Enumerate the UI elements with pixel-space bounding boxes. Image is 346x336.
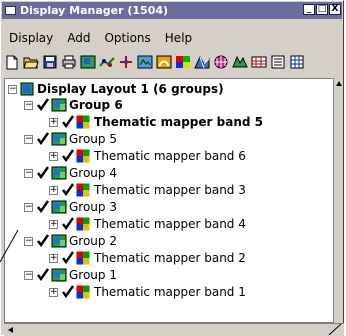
visibility-check-icon[interactable] xyxy=(61,284,76,301)
add-legend-icon[interactable] xyxy=(270,54,286,70)
visibility-check-icon[interactable] xyxy=(36,97,51,114)
add-region-icon[interactable] xyxy=(232,54,248,70)
group-label: Group 5 xyxy=(69,132,117,146)
add-vector-icon[interactable] xyxy=(99,54,115,70)
display-layout-label: Display Layout 1 (6 groups) xyxy=(37,82,224,96)
group-label: Group 4 xyxy=(69,166,117,180)
group-row[interactable]: − Group 6 xyxy=(24,97,123,113)
add-grid-icon[interactable] xyxy=(213,54,229,70)
layer-row[interactable]: + Thematic mapper band 5 xyxy=(49,114,263,130)
scroll-up-icon[interactable] xyxy=(336,81,342,86)
raster-layer-icon xyxy=(76,285,90,299)
open-folder-icon[interactable] xyxy=(23,54,39,70)
title-bar[interactable]: Display Manager (1504) _ □ X xyxy=(2,2,342,19)
menu-bar: Display Add Options Help xyxy=(2,27,199,49)
visibility-check-icon[interactable] xyxy=(36,267,51,284)
group-row[interactable]: − Group 1 xyxy=(24,267,117,283)
layer-row[interactable]: + Thematic mapper band 1 xyxy=(49,284,246,300)
save-icon[interactable] xyxy=(42,54,58,70)
group-label: Group 1 xyxy=(69,268,117,282)
group-label: Group 2 xyxy=(69,234,117,248)
group-icon xyxy=(51,132,67,146)
add-cad-icon[interactable] xyxy=(137,54,153,70)
scroll-left-icon[interactable] xyxy=(8,327,13,333)
visibility-check-icon[interactable] xyxy=(61,148,76,165)
collapse-toggle[interactable]: − xyxy=(24,202,33,212)
menu-help[interactable]: Help xyxy=(158,31,199,45)
layer-label: Thematic mapper band 4 xyxy=(94,217,246,231)
layer-row[interactable]: + Thematic mapper band 2 xyxy=(49,250,246,266)
group-icon xyxy=(51,268,67,282)
layer-label: Thematic mapper band 2 xyxy=(94,251,246,265)
group-row[interactable]: − Group 2 xyxy=(24,233,117,249)
raster-layer-icon xyxy=(76,183,90,197)
layer-label: Thematic mapper band 1 xyxy=(94,285,246,299)
add-point-icon[interactable] xyxy=(118,54,134,70)
expand-toggle[interactable]: + xyxy=(49,287,58,297)
tree-root-row[interactable]: − Display Layout 1 (6 groups) xyxy=(8,81,224,97)
display-manager-window: Display Manager (1504) _ □ X Display Add… xyxy=(0,0,344,336)
expand-toggle[interactable]: + xyxy=(49,117,58,127)
raster-layer-icon xyxy=(76,217,90,231)
group-label: Group 3 xyxy=(69,200,117,214)
layer-label: Thematic mapper band 6 xyxy=(94,149,246,163)
collapse-toggle[interactable]: − xyxy=(24,100,33,110)
menu-options[interactable]: Options xyxy=(97,31,157,45)
print-icon[interactable] xyxy=(61,54,77,70)
expand-toggle[interactable]: + xyxy=(49,253,58,263)
add-tin-icon[interactable] xyxy=(194,54,210,70)
collapse-toggle[interactable]: − xyxy=(24,168,33,178)
visibility-check-icon[interactable] xyxy=(61,250,76,267)
layer-label: Thematic mapper band 3 xyxy=(94,183,246,197)
menu-display[interactable]: Display xyxy=(2,31,60,45)
toolbar xyxy=(4,52,305,72)
horizontal-scrollbar[interactable] xyxy=(4,323,344,336)
group-icon xyxy=(51,234,67,248)
close-button[interactable]: X xyxy=(329,4,341,15)
window-title: Display Manager (1504) xyxy=(20,4,169,17)
visibility-check-icon[interactable] xyxy=(36,165,51,182)
expand-toggle[interactable]: + xyxy=(49,185,58,195)
layout-icon xyxy=(20,82,34,96)
add-table-icon[interactable] xyxy=(289,54,305,70)
group-icon xyxy=(51,200,67,214)
layer-row[interactable]: + Thematic mapper band 6 xyxy=(49,148,246,164)
menu-add[interactable]: Add xyxy=(60,31,97,45)
add-raster-icon[interactable] xyxy=(80,54,96,70)
visibility-check-icon[interactable] xyxy=(61,182,76,199)
raster-layer-icon xyxy=(76,115,90,129)
expand-toggle[interactable]: + xyxy=(49,151,58,161)
visibility-check-icon[interactable] xyxy=(36,131,51,148)
collapse-toggle[interactable]: − xyxy=(24,236,33,246)
group-icon xyxy=(51,98,67,112)
visibility-check-icon[interactable] xyxy=(61,216,76,233)
collapse-toggle[interactable]: − xyxy=(24,270,33,280)
layer-tree: − Display Layout 1 (6 groups) − Group 6 + T… xyxy=(4,78,342,323)
layer-label: Thematic mapper band 5 xyxy=(94,115,263,129)
raster-layer-icon xyxy=(76,251,90,265)
add-shape-icon[interactable] xyxy=(156,54,172,70)
group-label: Group 6 xyxy=(69,98,123,112)
collapse-toggle[interactable]: − xyxy=(24,134,33,144)
raster-layer-icon xyxy=(76,149,90,163)
minimize-button[interactable]: _ xyxy=(303,4,315,15)
visibility-check-icon[interactable] xyxy=(36,199,51,216)
layer-row[interactable]: + Thematic mapper band 4 xyxy=(49,216,246,232)
visibility-check-icon[interactable] xyxy=(36,233,51,250)
vertical-scrollbar[interactable] xyxy=(333,78,343,323)
group-row[interactable]: − Group 4 xyxy=(24,165,117,181)
add-color-icon[interactable] xyxy=(175,54,191,70)
visibility-check-icon[interactable] xyxy=(61,114,76,131)
layer-row[interactable]: + Thematic mapper band 3 xyxy=(49,182,246,198)
group-row[interactable]: − Group 5 xyxy=(24,131,117,147)
group-row[interactable]: − Group 3 xyxy=(24,199,117,215)
window-menu-icon[interactable] xyxy=(5,6,16,15)
maximize-button[interactable]: □ xyxy=(316,4,328,15)
new-document-icon[interactable] xyxy=(4,54,20,70)
expand-toggle[interactable]: + xyxy=(49,219,58,229)
collapse-toggle[interactable]: − xyxy=(8,84,17,94)
add-database-icon[interactable] xyxy=(251,54,267,70)
group-icon xyxy=(51,166,67,180)
